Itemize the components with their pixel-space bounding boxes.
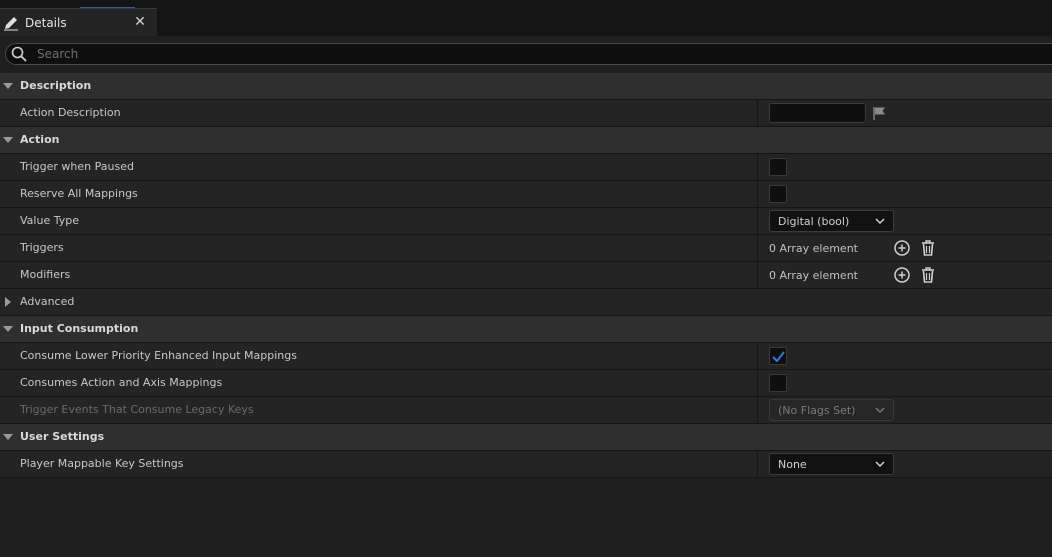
search-icon bbox=[11, 46, 27, 62]
tab-title: Details bbox=[25, 15, 67, 30]
trash-icon[interactable] bbox=[919, 266, 937, 284]
add-element-icon[interactable] bbox=[893, 239, 911, 257]
array-count: 0 Array element bbox=[769, 268, 858, 282]
category-action[interactable]: Action bbox=[0, 127, 1052, 154]
category-label: Description bbox=[20, 79, 92, 92]
property-label: Triggers bbox=[20, 241, 64, 254]
category-label: User Settings bbox=[20, 430, 105, 443]
property-row-trigger-events-legacy: Trigger Events That Consume Legacy Keys … bbox=[0, 397, 1052, 424]
property-row-consume-lower-priority: Consume Lower Priority Enhanced Input Ma… bbox=[0, 343, 1052, 370]
column-divider[interactable] bbox=[757, 397, 758, 423]
action-description-input[interactable] bbox=[769, 103, 866, 123]
array-count: 0 Array element bbox=[769, 241, 858, 255]
collapse-arrow-icon[interactable] bbox=[3, 324, 13, 334]
property-label: Consume Lower Priority Enhanced Input Ma… bbox=[20, 349, 297, 362]
property-label: Consumes Action and Axis Mappings bbox=[20, 376, 223, 389]
dropdown-value: Digital (bool) bbox=[778, 214, 850, 228]
pencil-icon bbox=[4, 16, 18, 30]
value-type-dropdown[interactable]: Digital (bool) bbox=[769, 210, 894, 232]
property-row-player-mappable: Player Mappable Key Settings None bbox=[0, 451, 1052, 478]
empty-area bbox=[0, 478, 1052, 557]
collapse-arrow-icon[interactable] bbox=[3, 135, 13, 145]
category-label: Action bbox=[20, 133, 60, 146]
property-row-modifiers: Modifiers 0 Array element bbox=[0, 262, 1052, 289]
column-divider[interactable] bbox=[757, 154, 758, 180]
search-box[interactable] bbox=[5, 43, 1052, 65]
column-divider[interactable] bbox=[757, 235, 758, 261]
column-divider[interactable] bbox=[757, 262, 758, 288]
category-label: Advanced bbox=[20, 295, 75, 308]
reserve-all-mappings-checkbox[interactable] bbox=[769, 185, 787, 203]
category-label: Input Consumption bbox=[20, 322, 139, 335]
property-label: Trigger Events That Consume Legacy Keys bbox=[20, 403, 254, 416]
category-advanced[interactable]: Advanced bbox=[0, 289, 1052, 316]
property-row-value-type: Value Type Digital (bool) bbox=[0, 208, 1052, 235]
column-divider[interactable] bbox=[757, 181, 758, 207]
property-row-action-description: Action Description bbox=[0, 100, 1052, 127]
chevron-down-icon bbox=[875, 461, 885, 468]
property-row-triggers: Triggers 0 Array element bbox=[0, 235, 1052, 262]
trigger-when-paused-checkbox[interactable] bbox=[769, 158, 787, 176]
property-label: Modifiers bbox=[20, 268, 71, 281]
search-bar bbox=[0, 36, 1052, 72]
flag-icon[interactable] bbox=[872, 106, 886, 120]
category-description[interactable]: Description bbox=[0, 73, 1052, 100]
column-divider[interactable] bbox=[757, 370, 758, 396]
chevron-down-icon bbox=[875, 407, 885, 414]
column-divider[interactable] bbox=[757, 343, 758, 369]
column-divider[interactable] bbox=[757, 208, 758, 234]
property-row-reserve-all-mappings: Reserve All Mappings bbox=[0, 181, 1052, 208]
property-row-trigger-when-paused: Trigger when Paused bbox=[0, 154, 1052, 181]
checkmark-icon bbox=[771, 350, 785, 362]
add-element-icon[interactable] bbox=[893, 266, 911, 284]
expand-arrow-icon[interactable] bbox=[3, 297, 13, 307]
trigger-events-legacy-dropdown: (No Flags Set) bbox=[769, 399, 894, 421]
property-row-consumes-action-axis: Consumes Action and Axis Mappings bbox=[0, 370, 1052, 397]
tab-details[interactable]: Details ✕ bbox=[0, 8, 157, 36]
dropdown-value: None bbox=[778, 457, 807, 471]
details-panel: Description Action Description Action Tr… bbox=[0, 73, 1052, 478]
trash-icon[interactable] bbox=[919, 239, 937, 257]
dropdown-value: (No Flags Set) bbox=[778, 403, 856, 417]
consume-lower-priority-checkbox[interactable] bbox=[769, 347, 787, 365]
column-divider[interactable] bbox=[757, 100, 758, 126]
category-input-consumption[interactable]: Input Consumption bbox=[0, 316, 1052, 343]
close-icon[interactable]: ✕ bbox=[133, 15, 147, 29]
chevron-down-icon bbox=[875, 218, 885, 225]
collapse-arrow-icon[interactable] bbox=[3, 432, 13, 442]
property-label: Value Type bbox=[20, 214, 79, 227]
search-input[interactable] bbox=[35, 46, 939, 62]
consumes-action-axis-checkbox[interactable] bbox=[769, 374, 787, 392]
category-user-settings[interactable]: User Settings bbox=[0, 424, 1052, 451]
tab-bar: Details ✕ bbox=[0, 8, 1052, 36]
property-label: Reserve All Mappings bbox=[20, 187, 138, 200]
property-label: Player Mappable Key Settings bbox=[20, 457, 184, 470]
column-divider[interactable] bbox=[757, 451, 758, 477]
player-mappable-dropdown[interactable]: None bbox=[769, 453, 894, 475]
collapse-arrow-icon[interactable] bbox=[3, 81, 13, 91]
property-label: Trigger when Paused bbox=[20, 160, 134, 173]
window-top-strip bbox=[0, 0, 1052, 8]
property-label: Action Description bbox=[20, 106, 121, 119]
